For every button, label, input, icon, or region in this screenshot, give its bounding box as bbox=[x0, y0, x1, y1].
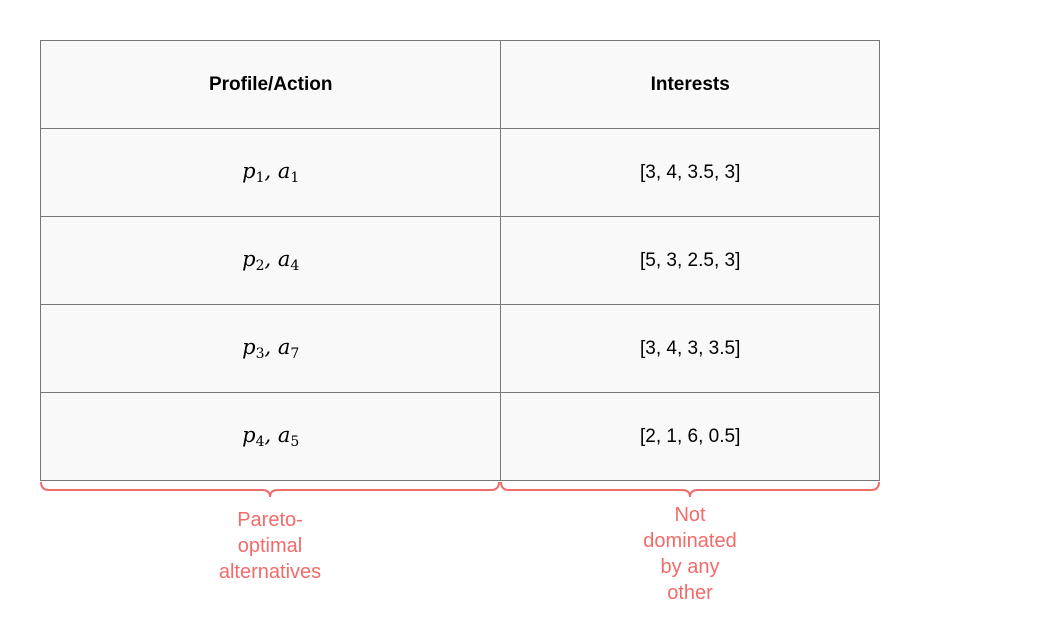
table-row: p2, a4 [5, 3, 2.5, 3] bbox=[39, 216, 880, 305]
interests-cell: [3, 4, 3.5, 3] bbox=[500, 128, 880, 217]
table-row: p3, a7 [3, 4, 3, 3.5] bbox=[39, 304, 880, 393]
right-brace bbox=[500, 481, 880, 498]
header-profile-action: Profile/Action bbox=[39, 40, 502, 129]
table-row: p1, a1 [3, 4, 3.5, 3] bbox=[39, 128, 880, 217]
profile-action-cell: p1, a1 bbox=[39, 128, 502, 217]
profile-action-math: p3, a7 bbox=[242, 335, 300, 362]
pareto-table: Profile/Action Interests p1, a1 [3, 4, 3… bbox=[39, 40, 880, 481]
profile-action-math: p4, a5 bbox=[242, 423, 300, 450]
interests-cell: [3, 4, 3, 3.5] bbox=[500, 304, 880, 393]
not-dominated-annotation: Not dominated by any other bbox=[643, 504, 737, 604]
interests-cell: [2, 1, 6, 0.5] bbox=[500, 392, 880, 481]
left-brace bbox=[40, 481, 500, 498]
pareto-optimal-annotation: Pareto- optimal alternatives bbox=[218, 509, 322, 583]
header-interests: Interests bbox=[500, 40, 880, 129]
profile-action-cell: p2, a4 bbox=[39, 216, 502, 305]
interests-cell: [5, 3, 2.5, 3] bbox=[500, 216, 880, 305]
header-row: Profile/Action Interests bbox=[39, 40, 880, 129]
table-row: p4, a5 [2, 1, 6, 0.5] bbox=[39, 392, 880, 481]
profile-action-math: p1, a1 bbox=[242, 159, 300, 186]
profile-action-cell: p4, a5 bbox=[39, 392, 502, 481]
profile-action-math: p2, a4 bbox=[242, 247, 300, 274]
profile-action-cell: p3, a7 bbox=[39, 304, 502, 393]
